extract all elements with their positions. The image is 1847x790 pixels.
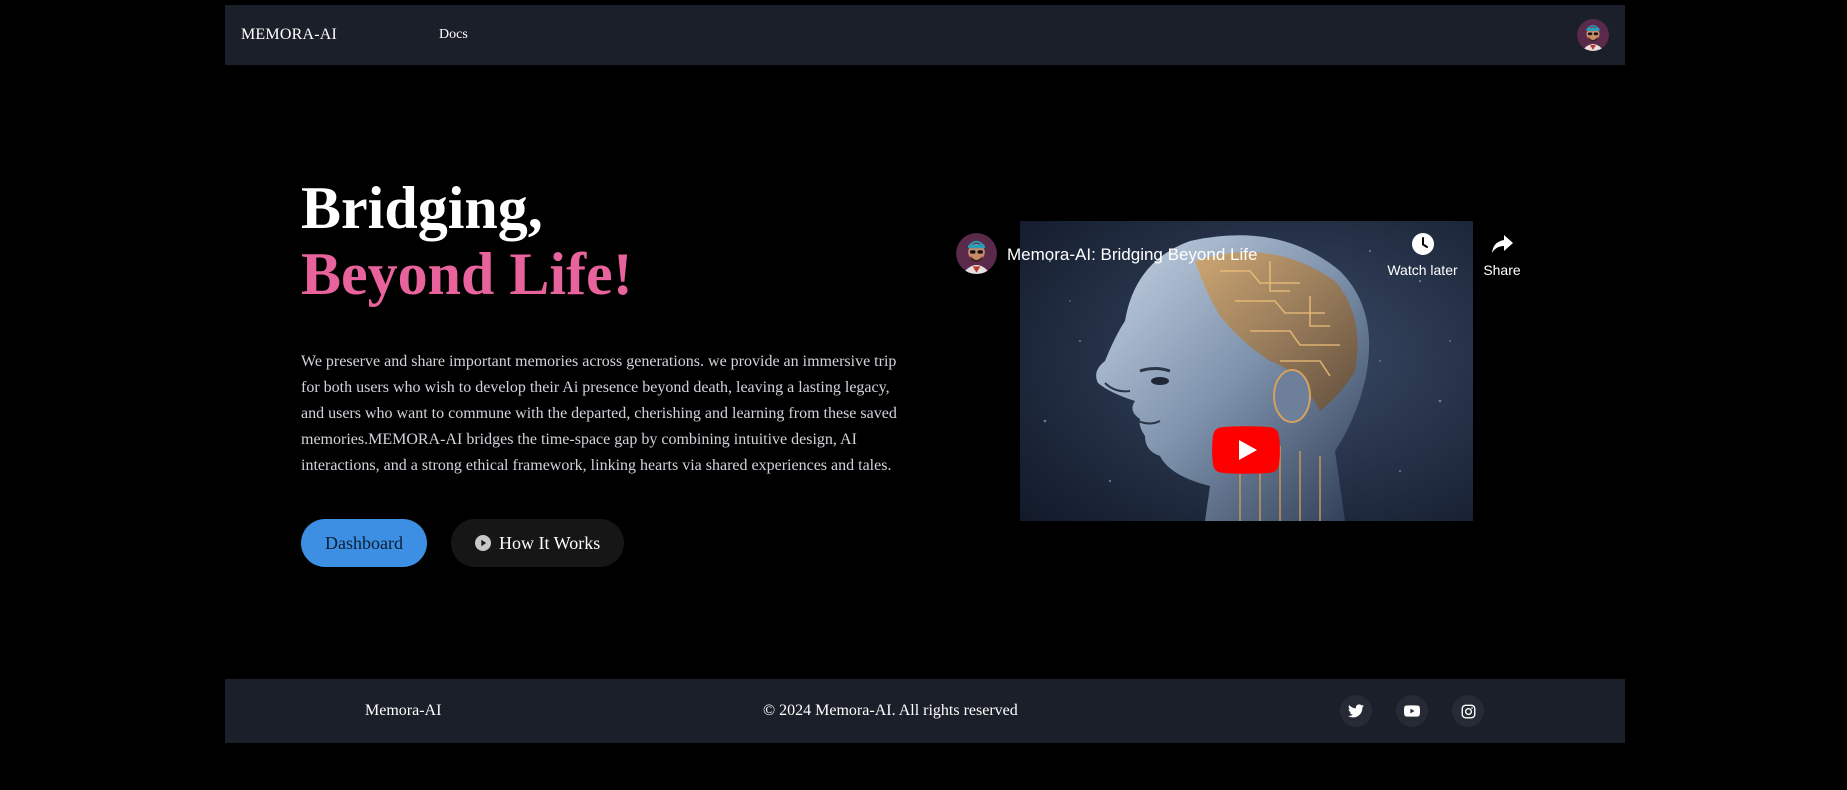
instagram-icon	[1461, 704, 1475, 718]
twitter-icon	[1348, 704, 1364, 718]
copyright-text: © 2024 Memora-AI. All rights reserved	[763, 702, 1018, 719]
twitter-link[interactable]	[1340, 695, 1372, 727]
brand-logo-text[interactable]: MEMORA-AI	[241, 25, 337, 45]
play-circle-icon	[475, 535, 491, 551]
hero-title-line2: Beyond Life!	[301, 241, 633, 307]
youtube-play-icon	[1212, 426, 1280, 474]
video-play-button[interactable]	[1212, 426, 1280, 474]
instagram-link[interactable]	[1452, 695, 1484, 727]
dashboard-button[interactable]: Dashboard	[301, 519, 427, 567]
how-it-works-label: How It Works	[499, 533, 601, 553]
video-title[interactable]: Memora-AI: Bridging Beyond Life	[1007, 244, 1257, 266]
hero-description: We preserve and share important memories…	[301, 353, 897, 474]
channel-avatar-icon	[956, 233, 997, 274]
watch-later-button[interactable]: Watch later	[1380, 232, 1465, 278]
share-icon	[1492, 235, 1513, 253]
nav-link-docs[interactable]: Docs	[439, 26, 468, 44]
share-button[interactable]: Share	[1478, 232, 1526, 278]
clock-icon	[1411, 233, 1434, 255]
user-avatar[interactable]	[1577, 19, 1609, 51]
hero-title: Bridging, Beyond Life!	[301, 175, 633, 307]
youtube-link[interactable]	[1396, 695, 1428, 727]
avatar-icon	[1577, 19, 1609, 51]
footer-brand[interactable]: Memora-AI	[365, 701, 441, 721]
youtube-icon	[1404, 705, 1420, 717]
channel-avatar[interactable]	[956, 233, 997, 274]
hero-title-line1: Bridging,	[301, 175, 543, 241]
how-it-works-button[interactable]: How It Works	[451, 519, 624, 567]
footer: Memora-AI © 2024 Memora-AI. All rights r…	[225, 679, 1625, 743]
share-label: Share	[1483, 262, 1521, 278]
watch-later-label: Watch later	[1387, 262, 1458, 278]
navbar: MEMORA-AI Docs	[225, 5, 1625, 65]
